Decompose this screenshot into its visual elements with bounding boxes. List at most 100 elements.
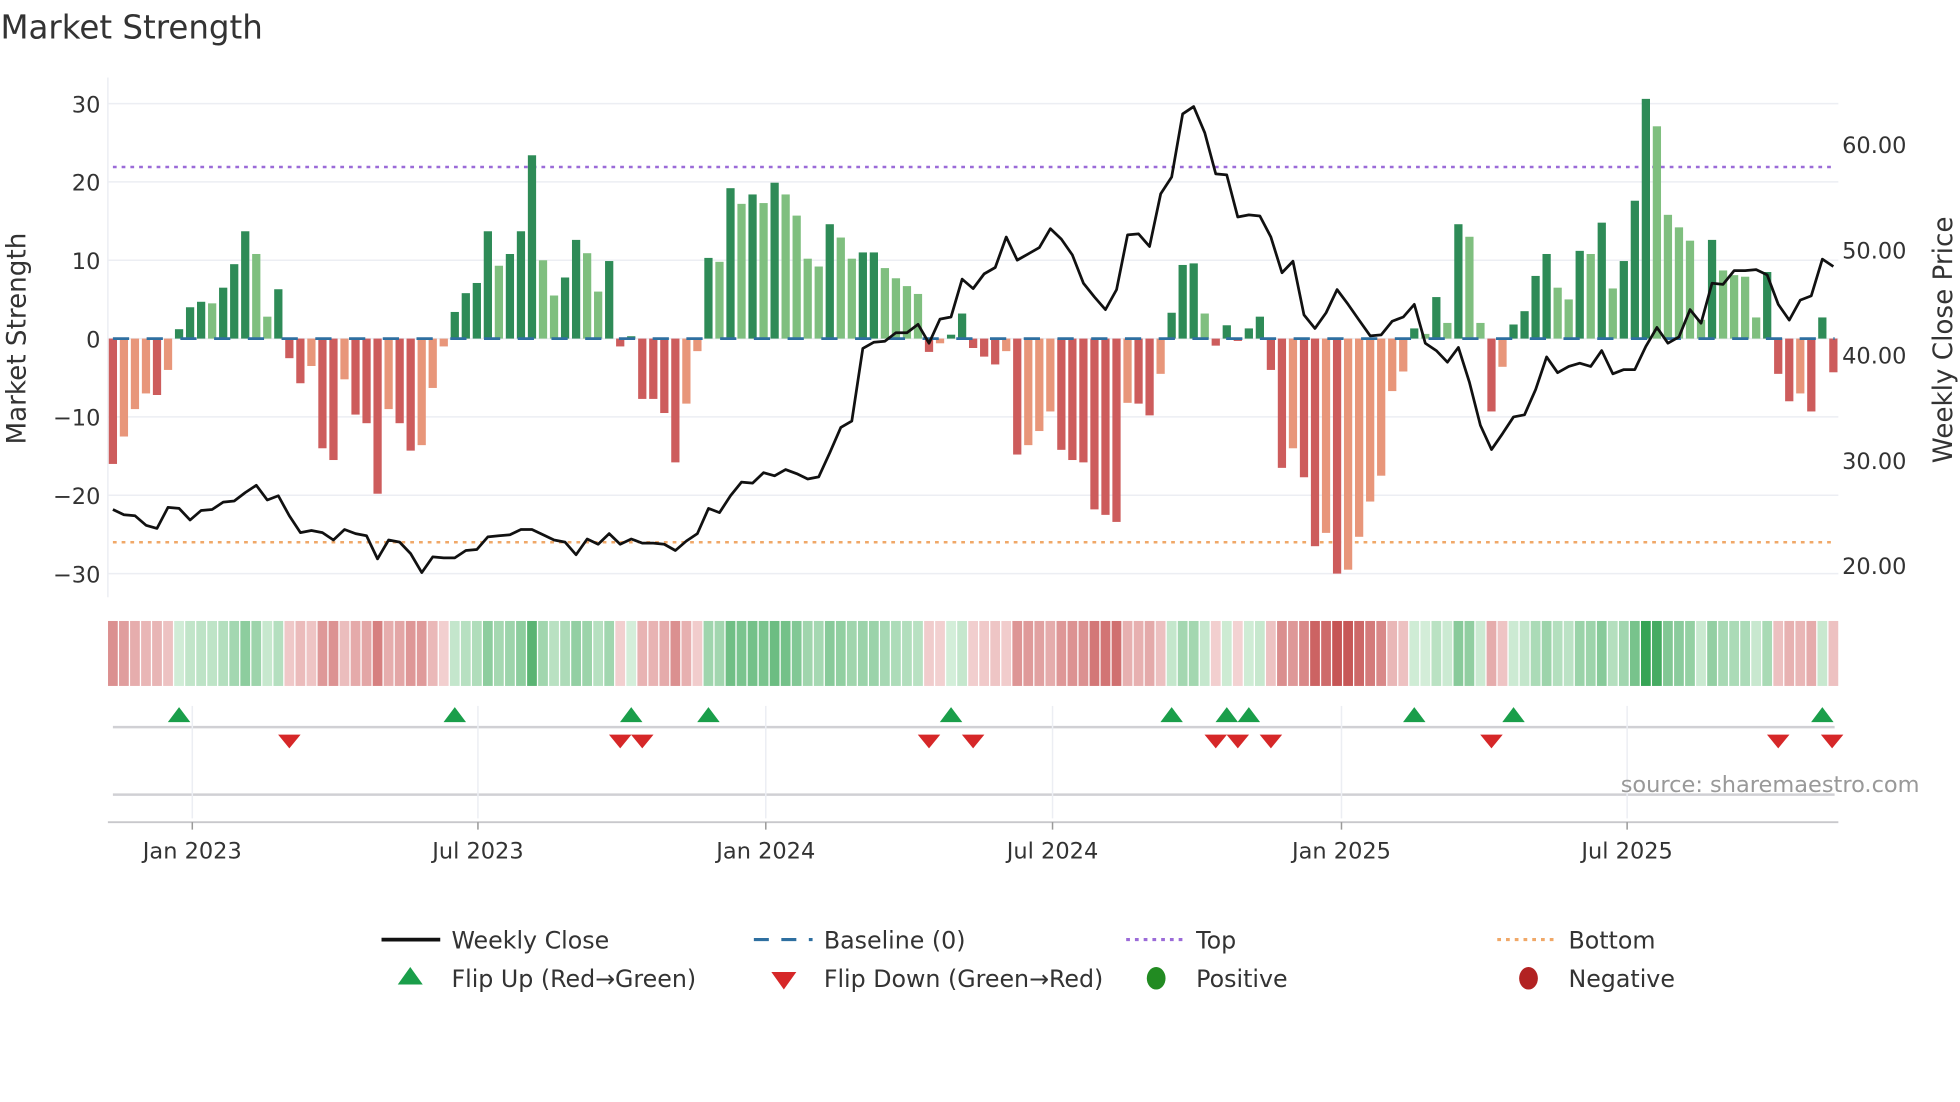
- strength-bar: [450, 311, 459, 339]
- strength-bar: [1432, 297, 1441, 339]
- legend-label: Negative: [1568, 965, 1674, 993]
- strip-cell: [1563, 620, 1574, 686]
- strip-cell: [240, 620, 251, 686]
- strip-cell: [571, 620, 581, 686]
- strength-bar: [1410, 328, 1419, 339]
- strength-bar: [660, 338, 669, 414]
- strip-cell: [1431, 620, 1442, 686]
- strip-cell: [1784, 620, 1795, 686]
- strength-bar: [1134, 338, 1143, 404]
- strength-bar: [847, 258, 856, 339]
- strip-cell: [163, 620, 173, 686]
- strength-bar: [1057, 338, 1066, 450]
- left-axis-title: Market Strength: [2, 233, 32, 445]
- strip-cell: [350, 620, 361, 686]
- x-tick-label: Jan 2024: [714, 838, 815, 864]
- flip-down-marker: [1480, 734, 1503, 749]
- strength-bar: [991, 338, 1000, 365]
- strip-cell: [471, 620, 482, 686]
- strip-cell: [1685, 620, 1695, 686]
- strip-cell: [1343, 620, 1353, 686]
- strip-cell: [141, 620, 151, 686]
- strip-cell: [846, 620, 857, 686]
- strip-cell: [1232, 620, 1243, 686]
- strip-cell: [295, 620, 306, 686]
- strength-bar: [1013, 338, 1022, 455]
- strip-cell: [1696, 620, 1706, 686]
- strip-cell: [659, 620, 670, 686]
- strength-bar: [1652, 126, 1662, 339]
- flip-up-marker: [443, 707, 467, 723]
- strength-bar: [1487, 338, 1496, 412]
- strip-cell: [1420, 620, 1431, 686]
- strip-cell: [582, 620, 592, 686]
- strength-bar: [605, 261, 614, 339]
- strip-cell: [670, 620, 681, 686]
- flip-down-marker: [631, 734, 654, 749]
- strip-cell: [747, 620, 758, 686]
- strip-cell: [1585, 620, 1596, 686]
- strength-bar: [1321, 338, 1331, 533]
- flip-down-marker: [1766, 734, 1790, 749]
- strength-bar: [274, 289, 283, 339]
- strength-bar: [1597, 222, 1606, 339]
- flip-up-marker: [619, 707, 643, 723]
- strip-cell: [306, 620, 317, 686]
- strip-cell: [780, 620, 791, 686]
- strength-bar: [946, 334, 956, 339]
- strength-bar: [1818, 317, 1827, 339]
- strength-bar: [748, 194, 757, 339]
- strip-cell: [1398, 620, 1409, 686]
- strip-cell: [1762, 620, 1773, 686]
- strip-cell: [361, 620, 372, 686]
- strip-cell: [626, 620, 637, 686]
- flip-down-marker: [1226, 734, 1250, 749]
- strength-bar: [869, 252, 878, 339]
- legend-label: Weekly Close: [451, 926, 609, 954]
- strip-cell: [1354, 620, 1365, 686]
- strip-cell: [1464, 620, 1475, 686]
- strip-cell: [1729, 620, 1739, 686]
- strip-cell: [725, 620, 736, 686]
- strip-cell: [990, 620, 1001, 686]
- strength-bar: [439, 338, 448, 347]
- market-strength-chart: Market Strength 30 20 10 0 −10 −20 −30 60.00 50…: [0, 9, 1959, 993]
- strength-bar: [307, 338, 316, 367]
- strength-bar: [384, 338, 393, 410]
- strip-cell: [1574, 620, 1585, 686]
- strength-bar: [1454, 224, 1463, 339]
- strip-cell: [427, 620, 438, 686]
- strength-bar: [1310, 338, 1320, 547]
- strip-cell: [251, 620, 262, 686]
- strength-bar: [571, 239, 581, 339]
- strength-bar: [1178, 264, 1187, 339]
- chart-title: Market Strength: [0, 9, 262, 47]
- strength-bar: [516, 231, 526, 339]
- y2-tick-label: 20.00: [1842, 554, 1906, 580]
- strength-bar: [1663, 214, 1673, 339]
- flip-up-marker: [939, 707, 963, 723]
- legend-label: Bottom: [1568, 926, 1655, 954]
- strip-cell: [648, 620, 659, 686]
- strength-bar: [1476, 322, 1485, 339]
- strip-cell: [218, 620, 229, 686]
- strip-cell: [857, 620, 868, 686]
- strength-bar: [527, 155, 537, 339]
- strip-cell: [1277, 620, 1287, 686]
- strength-bar: [1046, 338, 1055, 412]
- strip-cell: [1817, 620, 1828, 686]
- strength-bar: [969, 338, 978, 348]
- circle-icon: [1519, 967, 1538, 990]
- strip-cell: [1045, 620, 1056, 686]
- y2-tick-label: 50.00: [1842, 238, 1906, 264]
- strip-cell: [438, 620, 449, 686]
- flip-down-marker: [961, 734, 985, 749]
- strip-cell: [714, 620, 725, 686]
- strength-bar: [1729, 275, 1739, 339]
- strip-cell: [1475, 620, 1486, 686]
- strength-bar: [494, 265, 504, 339]
- legend-label: Positive: [1196, 965, 1287, 993]
- x-tick-label: Jan 2023: [141, 838, 242, 864]
- strip-cell: [207, 620, 218, 686]
- legend-bottom: Bottom: [1497, 926, 1655, 954]
